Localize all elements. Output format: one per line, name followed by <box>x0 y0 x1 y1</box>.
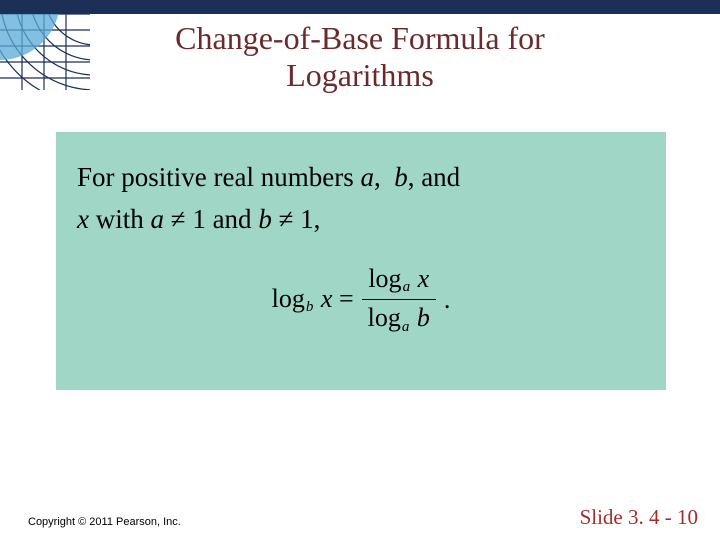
den-sub: a <box>401 319 411 335</box>
theorem-statement: For positive real numbers a, b, and x wi… <box>77 157 645 241</box>
cond-b: b <box>258 204 272 234</box>
comma-2: , and <box>408 162 460 192</box>
slide-number: Slide 3. 4 - 10 <box>580 505 698 530</box>
lhs-sub: b <box>305 299 315 315</box>
var-b: b <box>394 162 408 192</box>
lhs-var: x <box>321 284 333 313</box>
eq-sign: = <box>332 284 353 313</box>
with-text: with <box>89 204 151 234</box>
var-x: x <box>77 204 89 234</box>
corner-graphic <box>0 0 90 90</box>
num-sub: a <box>402 279 412 295</box>
formula-row: logb x = loga x loga b . <box>77 263 645 338</box>
stmt-prefix: For positive real numbers <box>77 162 360 192</box>
var-a: a <box>360 162 374 192</box>
den-var: b <box>417 303 430 332</box>
cond-a: a <box>151 204 165 234</box>
fraction-numerator: loga x <box>362 263 435 298</box>
formula-period: . <box>444 285 451 315</box>
and-text: and <box>206 204 258 234</box>
ne-a: ≠ 1 <box>164 204 206 234</box>
lhs-log: log <box>272 284 305 313</box>
fraction-bar <box>362 299 436 300</box>
comma-1: , <box>374 162 388 192</box>
theorem-panel: For positive real numbers a, b, and x wi… <box>56 132 666 390</box>
fraction-denominator: loga b <box>362 302 436 337</box>
ne-b: ≠ 1, <box>272 204 321 234</box>
change-of-base-formula: logb x = loga x loga b . <box>272 263 451 338</box>
num-var: x <box>418 264 430 293</box>
top-accent-bar <box>0 0 720 14</box>
slide-title: Change-of-Base Formula for Logarithms <box>0 20 720 94</box>
title-line-2: Logarithms <box>286 57 434 93</box>
title-line-1: Change-of-Base Formula for <box>175 20 545 56</box>
formula-fraction: loga x loga b <box>362 263 436 338</box>
den-log: log <box>368 303 401 332</box>
formula-lhs: logb x = <box>272 284 354 316</box>
copyright-text: Copyright © 2011 Pearson, Inc. <box>28 516 181 528</box>
num-log: log <box>368 264 401 293</box>
